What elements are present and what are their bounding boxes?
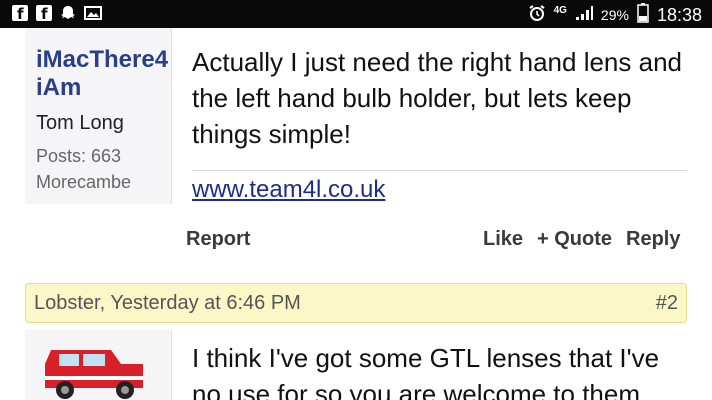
- avatar[interactable]: [41, 346, 151, 400]
- post-author-panel: iMacThere4iAm Tom Long Posts: 663 Moreca…: [25, 28, 172, 204]
- status-bar: 4G 29% 18:38: [0, 0, 712, 28]
- notification-icons: [12, 5, 102, 22]
- like-button[interactable]: Like: [483, 228, 523, 251]
- facebook-icon: [12, 5, 28, 22]
- network-type: 4G: [553, 5, 567, 16]
- battery-icon: [637, 3, 649, 27]
- author-post-count: Posts: 663: [36, 146, 122, 166]
- system-indicators: 4G 29% 18:38: [528, 3, 702, 27]
- signal-icon: [575, 5, 593, 25]
- snapchat-ghost-icon: [60, 5, 76, 21]
- post-meta[interactable]: Lobster, Yesterday at 6:46 PM: [34, 292, 301, 315]
- post-number[interactable]: #2: [656, 292, 678, 315]
- post-actions: Report Like + Quote Reply: [0, 224, 712, 258]
- post-message: Actually I just need the right hand lens…: [192, 47, 682, 149]
- clock: 18:38: [656, 4, 702, 25]
- author-real-name: Tom Long: [36, 112, 124, 134]
- signature-divider: [192, 170, 687, 171]
- post-header: Lobster, Yesterday at 6:46 PM #2: [25, 283, 687, 323]
- image-icon: [84, 5, 102, 21]
- battery-percent: 29%: [600, 7, 629, 23]
- report-button[interactable]: Report: [186, 228, 250, 251]
- alarm-icon: [528, 4, 546, 26]
- author-username[interactable]: iMacThere4iAm: [36, 46, 171, 102]
- post-message: I think I've got some GTL lenses that I'…: [192, 343, 660, 400]
- post-author-panel: [25, 330, 172, 400]
- signature-link[interactable]: www.team4l.co.uk: [192, 176, 385, 204]
- quote-button[interactable]: + Quote: [537, 228, 612, 251]
- reply-button[interactable]: Reply: [626, 228, 680, 251]
- author-location: Morecambe: [36, 172, 132, 192]
- facebook-icon: [36, 5, 52, 22]
